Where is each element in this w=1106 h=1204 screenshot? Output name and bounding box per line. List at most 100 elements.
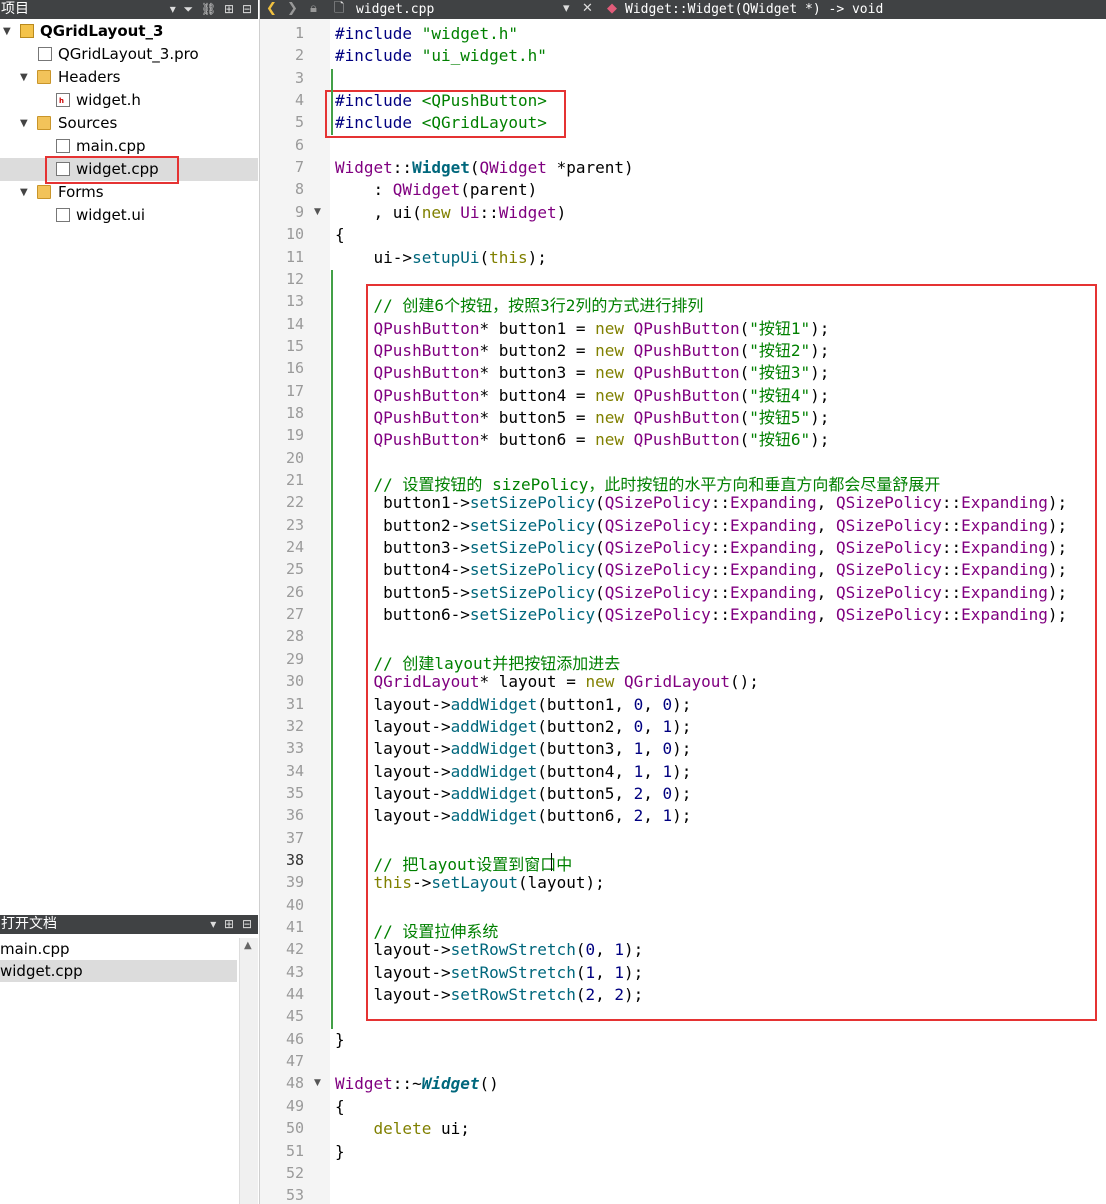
code-line: // 创建6个按钮，按照3行2列的方式进行排列 [335, 296, 704, 316]
open-doc-item[interactable]: widget.cpp [0, 960, 237, 982]
line-number: 11 [285, 247, 304, 266]
tree-item-project[interactable]: ▼ QGridLayout_3 [0, 20, 258, 43]
line-number: 5 [294, 113, 304, 132]
filter-icon[interactable]: ⏷ [184, 2, 196, 16]
open-docs-scrollbar[interactable]: ▲ [239, 938, 258, 1204]
scroll-up-icon[interactable]: ▲ [244, 940, 252, 951]
folder-icon [37, 70, 51, 84]
header-file-icon: h [56, 93, 70, 107]
line-number: 19 [285, 426, 304, 445]
pro-file-icon [38, 47, 52, 61]
line-number: 16 [285, 359, 304, 378]
chevron-down-icon[interactable]: ▼ [20, 181, 28, 204]
code-line: QPushButton* button4 = new QPushButton("… [373, 385, 830, 405]
back-icon[interactable]: ❮ [266, 0, 277, 18]
function-icon: ◆ [607, 1, 617, 16]
close-icon[interactable]: ✕ [582, 0, 593, 18]
folder-icon [37, 116, 51, 130]
open-docs-title: 打开文档 [1, 916, 57, 932]
code-line: #include <QPushButton> [335, 91, 547, 111]
file-icon: 🗋 [334, 1, 345, 16]
line-number: 7 [294, 158, 304, 177]
chevron-down-icon[interactable]: ▾ [170, 2, 178, 16]
fold-arrow-icon[interactable]: ▼ [314, 207, 321, 217]
tree-item-sources[interactable]: ▼ Sources [0, 112, 258, 135]
open-doc-item[interactable]: main.cpp [0, 938, 237, 960]
project-panel-tools: ▾ ⏷ ⛓ ⊞ ⊟ [170, 0, 254, 18]
line-number: 13 [285, 292, 304, 311]
line-number: 43 [285, 962, 304, 981]
line-number: 23 [285, 515, 304, 534]
line-number: 25 [285, 560, 304, 579]
chevron-down-icon[interactable]: ▼ [20, 66, 28, 89]
line-number: 34 [285, 761, 304, 780]
code-line: layout->addWidget(button2, 0, 1); [335, 716, 692, 736]
code-line: // 设置按钮的 sizePolicy，此时按钮的水平方向和垂直方向都会尽量舒展… [335, 475, 941, 494]
link-icon[interactable]: ⛓ [201, 2, 218, 16]
code-line: layout->setRowStretch(1, 1); [335, 962, 644, 982]
tree-item-widget-ui[interactable]: widget.ui [0, 204, 258, 227]
line-number: 52 [285, 1163, 304, 1182]
code-line: #include "ui_widget.h" [335, 46, 547, 66]
tree-item-forms[interactable]: ▼ Forms [0, 181, 258, 204]
code-line: // 把layout设置到窗口中 [335, 854, 573, 874]
tree-item-headers[interactable]: ▼ Headers [0, 66, 258, 89]
line-number: 37 [285, 828, 304, 847]
current-file-name[interactable]: widget.cpp [356, 0, 434, 19]
code-line: } [335, 1029, 345, 1049]
line-number: 35 [285, 783, 304, 802]
lock-icon: 🔒︎ [310, 1, 317, 16]
project-icon [20, 24, 34, 38]
split-icon[interactable]: ⊞ [224, 2, 236, 16]
line-number: 10 [285, 225, 304, 244]
function-path[interactable]: Widget::Widget(QWidget *) -> void [625, 0, 883, 19]
chevron-down-icon[interactable]: ▾ [563, 0, 570, 18]
chevron-down-icon[interactable]: ▼ [3, 20, 11, 43]
code-line: QPushButton* button5 = new QPushButton("… [373, 407, 830, 427]
chevron-down-icon[interactable]: ▾ [210, 917, 218, 931]
tree-item-widget-h[interactable]: h widget.h [0, 89, 258, 112]
tree-item-label: Headers [58, 68, 121, 86]
code-line: button4->setSizePolicy(QSizePolicy::Expa… [335, 560, 1068, 580]
line-number: 15 [285, 336, 304, 355]
line-number: 27 [285, 605, 304, 624]
tree-item-label: widget.h [76, 91, 141, 109]
line-number: 20 [285, 448, 304, 467]
open-docs-tools: ▾ ⊞ ⊟ [210, 915, 254, 933]
tree-item-pro-file[interactable]: QGridLayout_3.pro [0, 43, 258, 66]
change-marker [331, 68, 333, 136]
code-line: layout->setRowStretch(0, 1); [335, 940, 644, 960]
fold-arrow-icon[interactable]: ▼ [314, 1078, 321, 1088]
split-icon[interactable]: ⊞ [224, 917, 236, 931]
code-line: // 创建layout并把按钮添加进去 [335, 653, 621, 673]
code-line: layout->addWidget(button1, 0, 0); [335, 694, 692, 714]
line-number: 48 [285, 1074, 304, 1093]
line-number: 47 [285, 1052, 304, 1071]
line-number: 24 [285, 538, 304, 557]
chevron-down-icon[interactable]: ▼ [20, 112, 28, 135]
line-number: 6 [294, 135, 304, 154]
line-number: 32 [285, 716, 304, 735]
code-line: delete ui; [373, 1119, 470, 1139]
line-number: 51 [285, 1141, 304, 1160]
line-number: 29 [285, 649, 304, 668]
ui-file-icon [56, 208, 70, 222]
close-panel-icon[interactable]: ⊟ [242, 917, 254, 931]
tree-item-main-cpp[interactable]: main.cpp [0, 135, 258, 158]
line-number: 2 [294, 46, 304, 65]
code-line: #include <QGridLayout> [335, 113, 547, 133]
folder-icon [37, 185, 51, 199]
close-panel-icon[interactable]: ⊟ [242, 2, 254, 16]
line-number: 12 [285, 269, 304, 288]
editor-toolbar: ❮ ❯ 🔒︎ 🗋 widget.cpp ▾ ✕ ◆ Widget::Widget… [260, 0, 1106, 19]
left-sidebar: 项目 ▾ ⏷ ⛓ ⊞ ⊟ ▼ QGridLayout_3 QGridLayout… [0, 0, 258, 1204]
line-number: 50 [285, 1119, 304, 1138]
tree-item-label: QGridLayout_3 [40, 22, 164, 40]
tree-item-label: Forms [58, 183, 104, 201]
line-number: 3 [294, 68, 304, 87]
forward-icon[interactable]: ❯ [287, 0, 298, 18]
line-number: 39 [285, 873, 304, 892]
line-number: 45 [285, 1007, 304, 1026]
tree-item-label: main.cpp [76, 137, 146, 155]
code-line: QGridLayout* layout = new QGridLayout(); [373, 672, 759, 692]
